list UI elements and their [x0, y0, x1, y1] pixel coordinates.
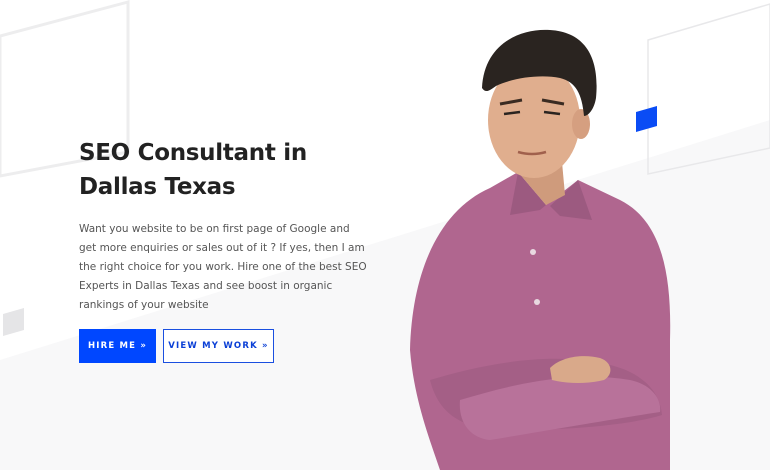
consultant-photo: [410, 29, 671, 470]
hero-description: Want you website to be on first page of …: [79, 223, 367, 311]
shirt-button: [534, 299, 540, 305]
shirt-button: [530, 249, 536, 255]
hero-headline: SEO Consultant in Dallas Texas: [79, 140, 307, 200]
hero-text: SEO Consultant in Dallas Texas Want you …: [79, 136, 379, 315]
view-my-work-button[interactable]: VIEW MY WORK »: [163, 329, 274, 363]
hire-me-button[interactable]: HIRE ME »: [79, 329, 156, 363]
gray-accent-square: [3, 308, 24, 336]
